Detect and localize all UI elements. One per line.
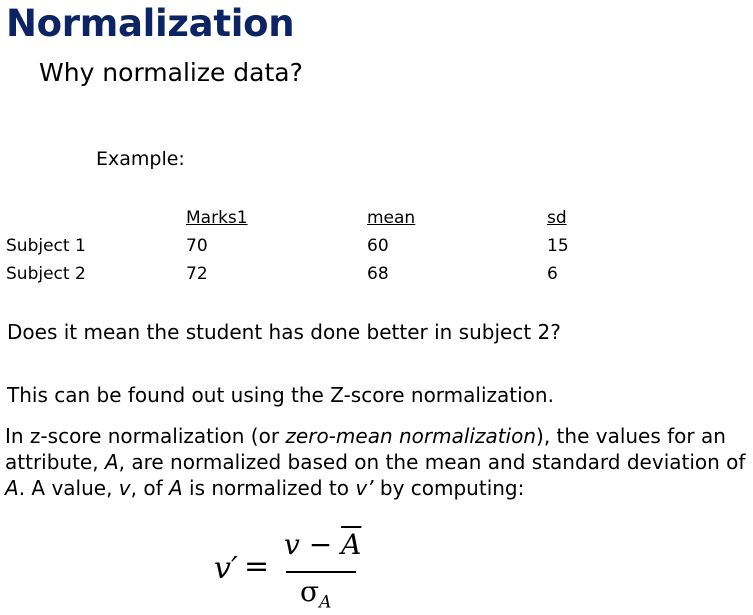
explanation-paragraph: In z-score normalization (or zero-mean n… [5, 424, 746, 500]
question-text: Does it mean the student has done better… [7, 320, 561, 344]
header-sd: sd [547, 208, 567, 228]
slide-title: Normalization [6, 2, 295, 45]
header-marks1: Marks1 [186, 208, 248, 228]
cell-marks: 72 [186, 264, 208, 284]
formula-denominator: σA [300, 575, 332, 613]
row-label: Subject 2 [6, 264, 86, 284]
formula-equals: = [244, 549, 270, 584]
formula-lhs: v′ [214, 551, 238, 586]
fraction-bar [286, 571, 356, 573]
cell-mean: 68 [367, 264, 389, 284]
cell-mean: 60 [367, 236, 389, 256]
cell-marks: 70 [186, 236, 208, 256]
cell-sd: 15 [547, 236, 569, 256]
answer-text: This can be found out using the Z-score … [7, 383, 554, 407]
row-label: Subject 1 [6, 236, 86, 256]
cell-sd: 6 [547, 264, 558, 284]
formula-numerator: v − A [284, 528, 362, 561]
z-score-formula: v′ = v − A σA [214, 528, 374, 613]
example-label: Example: [96, 148, 185, 170]
header-mean: mean [367, 208, 416, 228]
slide-subtitle: Why normalize data? [39, 58, 303, 87]
